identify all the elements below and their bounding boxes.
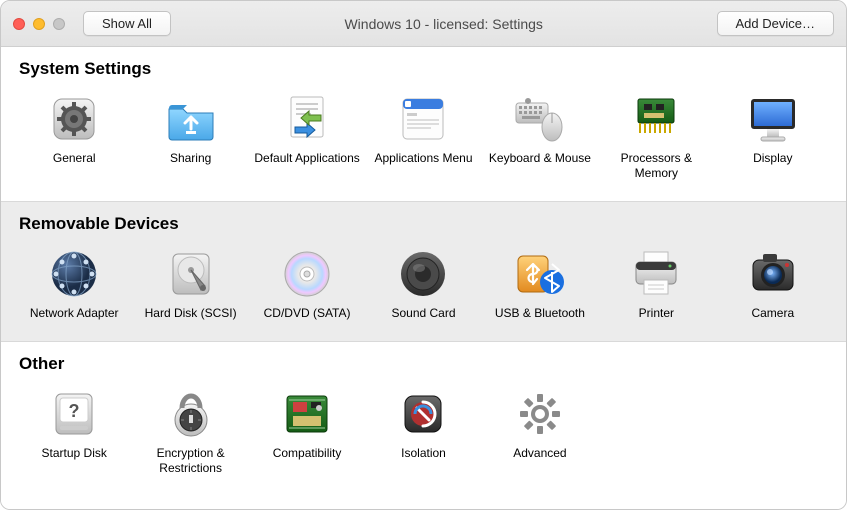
sound-card-icon bbox=[395, 246, 451, 302]
pref-isolation[interactable]: Isolation bbox=[368, 382, 478, 480]
pref-label: Sound Card bbox=[391, 306, 455, 321]
pref-label: CD/DVD (SATA) bbox=[264, 306, 351, 321]
apps-menu-icon bbox=[395, 91, 451, 147]
isolation-icon bbox=[395, 386, 451, 442]
section-title: Removable Devices bbox=[19, 214, 828, 234]
settings-grid: Network Adapter Hard Disk (SCSI) CD/DVD … bbox=[19, 242, 828, 325]
settings-content: System Settings General Sharing Default … bbox=[1, 47, 846, 509]
pref-label: Camera bbox=[751, 306, 794, 321]
settings-grid: General Sharing Default Applications App… bbox=[19, 87, 828, 185]
pref-label: Processors & Memory bbox=[603, 151, 709, 181]
settings-grid: ? Startup Disk Encryption & Restrictions… bbox=[19, 382, 828, 480]
pref-printer[interactable]: Printer bbox=[601, 242, 711, 325]
pref-encryption-restrictions[interactable]: Encryption & Restrictions bbox=[135, 382, 245, 480]
section-title: Other bbox=[19, 354, 828, 374]
pref-advanced[interactable]: Advanced bbox=[485, 382, 595, 480]
pref-label: Network Adapter bbox=[30, 306, 119, 321]
pref-sound-card[interactable]: Sound Card bbox=[368, 242, 478, 325]
pref-hard-disk-scsi[interactable]: Hard Disk (SCSI) bbox=[135, 242, 245, 325]
pref-default-applications[interactable]: Default Applications bbox=[252, 87, 362, 185]
keyboard-mouse-icon bbox=[512, 91, 568, 147]
pref-label: USB & Bluetooth bbox=[495, 306, 585, 321]
pref-keyboard-mouse[interactable]: Keyboard & Mouse bbox=[485, 87, 595, 185]
printer-icon bbox=[628, 246, 684, 302]
default-apps-icon bbox=[279, 91, 335, 147]
svg-text:?: ? bbox=[69, 401, 80, 421]
pref-label: Compatibility bbox=[273, 446, 342, 461]
sharing-icon bbox=[163, 91, 219, 147]
network-adapter-icon bbox=[46, 246, 102, 302]
settings-window: Show All Windows 10 - licensed: Settings… bbox=[0, 0, 847, 510]
pref-applications-menu[interactable]: Applications Menu bbox=[368, 87, 478, 185]
hard-disk-icon bbox=[163, 246, 219, 302]
pref-label: Applications Menu bbox=[374, 151, 472, 166]
pref-display[interactable]: Display bbox=[718, 87, 828, 185]
general-icon bbox=[46, 91, 102, 147]
pref-usb-bluetooth[interactable]: USB & Bluetooth bbox=[485, 242, 595, 325]
close-icon[interactable] bbox=[13, 18, 25, 30]
pref-label: Display bbox=[753, 151, 792, 166]
pref-general[interactable]: General bbox=[19, 87, 129, 185]
pref-label: Encryption & Restrictions bbox=[138, 446, 244, 476]
compatibility-icon bbox=[279, 386, 335, 442]
optical-disc-icon bbox=[279, 246, 335, 302]
section-removable-devices: Removable Devices Network Adapter Hard D… bbox=[1, 202, 846, 342]
pref-processors-memory[interactable]: Processors & Memory bbox=[601, 87, 711, 185]
usb-bluetooth-icon bbox=[512, 246, 568, 302]
advanced-icon bbox=[512, 386, 568, 442]
pref-camera[interactable]: Camera bbox=[718, 242, 828, 325]
minimize-icon[interactable] bbox=[33, 18, 45, 30]
traffic-lights bbox=[13, 18, 65, 30]
titlebar: Show All Windows 10 - licensed: Settings… bbox=[1, 1, 846, 47]
camera-icon bbox=[745, 246, 801, 302]
display-icon bbox=[745, 91, 801, 147]
window-title: Windows 10 - licensed: Settings bbox=[183, 16, 705, 32]
pref-compatibility[interactable]: Compatibility bbox=[252, 382, 362, 480]
pref-label: General bbox=[53, 151, 96, 166]
cpu-memory-icon bbox=[628, 91, 684, 147]
pref-label: Isolation bbox=[401, 446, 446, 461]
pref-label: Keyboard & Mouse bbox=[489, 151, 591, 166]
add-device-button[interactable]: Add Device… bbox=[717, 11, 834, 36]
pref-label: Startup Disk bbox=[42, 446, 107, 461]
encryption-icon bbox=[163, 386, 219, 442]
pref-sharing[interactable]: Sharing bbox=[135, 87, 245, 185]
pref-label: Advanced bbox=[513, 446, 566, 461]
pref-label: Default Applications bbox=[254, 151, 359, 166]
maximize-icon[interactable] bbox=[53, 18, 65, 30]
pref-label: Hard Disk (SCSI) bbox=[145, 306, 237, 321]
section-system-settings: System Settings General Sharing Default … bbox=[1, 47, 846, 202]
pref-cd-dvd-sata[interactable]: CD/DVD (SATA) bbox=[252, 242, 362, 325]
show-all-button[interactable]: Show All bbox=[83, 11, 171, 36]
pref-label: Sharing bbox=[170, 151, 211, 166]
section-other: Other ? Startup Disk Encryption & Restri… bbox=[1, 342, 846, 496]
section-title: System Settings bbox=[19, 59, 828, 79]
startup-disk-icon: ? bbox=[46, 386, 102, 442]
pref-network-adapter[interactable]: Network Adapter bbox=[19, 242, 129, 325]
pref-label: Printer bbox=[639, 306, 674, 321]
pref-startup-disk[interactable]: ? Startup Disk bbox=[19, 382, 129, 480]
